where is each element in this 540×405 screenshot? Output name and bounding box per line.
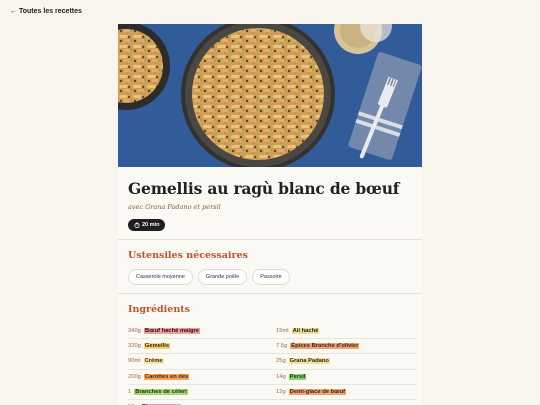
recipe-card: Gemellis au ragù blanc de bœuf avec Gran…	[118, 24, 422, 405]
ingredient-row: 90ml Crème	[128, 354, 276, 370]
ingredient-name: Carottes en dés	[143, 373, 190, 380]
ingredient-name: Crème	[143, 358, 164, 365]
ingredient-name: Branches de céleri	[134, 388, 188, 395]
ingredients-heading: Ingrédients	[128, 304, 190, 315]
ingredients-column-right: 15ml Ail haché 7.5g Épices Branche d'olivie…	[276, 324, 416, 405]
ingredients-list: 340g Bœuf haché maigre 320g Gemellis 90ml Crè…	[128, 324, 416, 405]
ingredient-quantity: 90ml	[128, 358, 141, 365]
ingredient-row: 340g Bœuf haché maigre	[128, 324, 276, 340]
prep-time-badge: 20 min	[128, 219, 166, 231]
ingredients-column-left: 340g Bœuf haché maigre 320g Gemellis 90ml Crè…	[128, 324, 276, 405]
ingredient-quantity: 14g	[276, 373, 286, 380]
ingredient-row: 12g Demi-glace de bœuf	[276, 385, 416, 400]
ingredient-name: Bœuf haché maigre	[143, 328, 201, 335]
prep-time-value: 20 min	[142, 222, 160, 228]
ingredient-name: Épices Branche d'olivier	[290, 343, 360, 350]
ingredient-name: Grana Padano	[288, 358, 330, 365]
utensil-chip: Casserole moyenne	[128, 269, 193, 285]
arrow-left-icon: ←	[10, 8, 17, 15]
ingredient-row: 25g Grana Padano	[276, 354, 416, 370]
ingredient-quantity: 15ml	[276, 328, 289, 335]
ingredient-row: 200g Carottes en dés	[128, 370, 276, 385]
divider	[118, 239, 422, 240]
utensils-heading: Ustensiles nécessaires	[128, 250, 248, 261]
recipe-subtitle: avec Grana Padano et persil	[128, 203, 221, 211]
ingredient-row: 320g Gemellis	[128, 339, 276, 355]
ingredient-quantity: 12g	[276, 388, 286, 395]
ingredient-quantity: 340g	[128, 328, 141, 335]
ingredient-row: 1 Branches de céleri	[128, 385, 276, 400]
ingredient-name: Demi-glace de bœuf	[288, 388, 347, 395]
ingredient-row	[276, 400, 416, 405]
back-link-label: Toutes les recettes	[19, 8, 82, 15]
ingredient-quantity: 1	[128, 388, 132, 395]
ingredient-row: 14g Persil	[276, 370, 416, 385]
ingredient-row: 56gOignon rouge	[128, 400, 276, 405]
ingredient-row: 15ml Ail haché	[276, 324, 416, 340]
ingredient-quantity: 320g	[128, 343, 141, 350]
ingredient-quantity: 25g	[276, 358, 286, 365]
ingredient-name: Ail haché	[291, 328, 320, 335]
ingredient-row: 7.5g Épices Branche d'olivier	[276, 339, 416, 355]
divider	[118, 293, 422, 294]
ingredient-quantity: 200g	[128, 373, 141, 380]
ingredient-quantity: 7.5g	[276, 343, 288, 350]
utensils-list: Casserole moyenne Grande poêle Passoire	[128, 269, 412, 285]
ingredient-name: Gemellis	[143, 343, 171, 350]
utensil-chip: Grande poêle	[197, 269, 248, 285]
utensil-chip: Passoire	[252, 269, 290, 285]
back-to-recipes-link[interactable]: ← Toutes les recettes	[10, 8, 82, 15]
recipe-hero-image	[118, 24, 422, 167]
recipe-title: Gemellis au ragù blanc de bœuf	[128, 179, 400, 198]
ingredient-name: Persil	[288, 373, 307, 380]
stopwatch-icon	[134, 222, 140, 228]
